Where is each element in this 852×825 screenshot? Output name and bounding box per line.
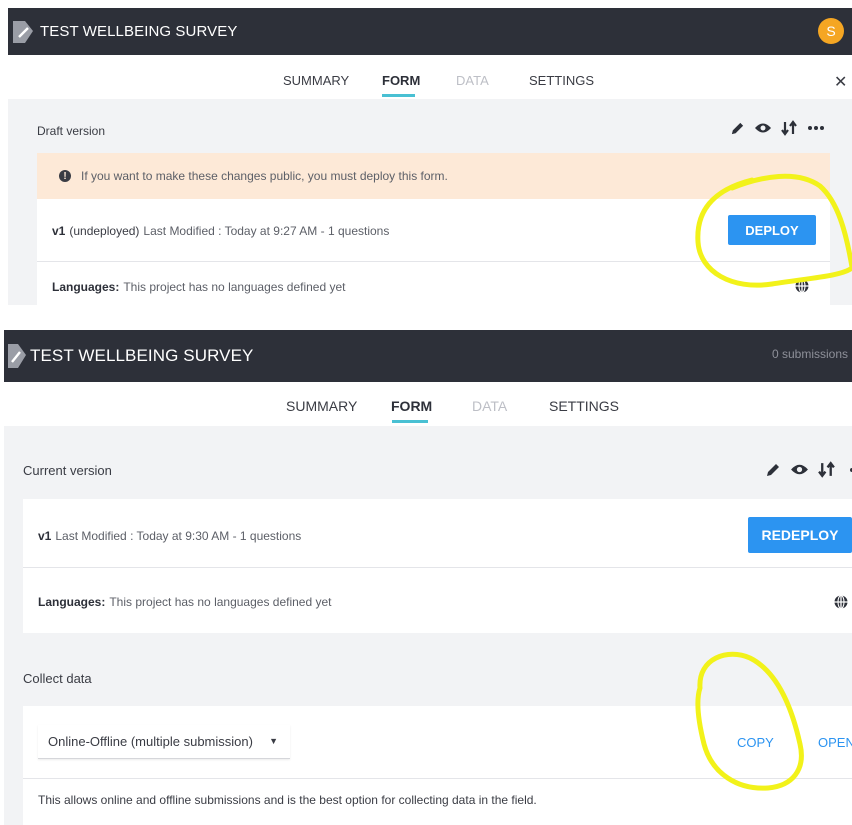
refresh-icon[interactable] xyxy=(781,120,798,136)
version-card xyxy=(23,499,852,633)
languages-text: This project has no languages defined ye… xyxy=(109,595,332,609)
warning-text: If you want to make these changes public… xyxy=(81,169,448,183)
tab-data[interactable]: DATA xyxy=(472,398,507,414)
version-status: (undeployed) xyxy=(69,224,140,238)
logo-icon xyxy=(4,330,30,382)
tab-settings[interactable]: SETTINGS xyxy=(549,398,619,414)
tab-summary[interactable]: SUMMARY xyxy=(286,398,357,414)
refresh-icon[interactable] xyxy=(818,461,836,478)
version-row: v1 Last Modified : Today at 9:30 AM - 1 … xyxy=(38,527,301,545)
languages-row: Languages: This project has no languages… xyxy=(52,278,346,296)
eye-icon[interactable] xyxy=(754,121,772,135)
close-icon[interactable]: ✕ xyxy=(834,72,847,92)
version-info: Last Modified : Today at 9:27 AM - 1 que… xyxy=(143,224,390,238)
collect-data-label: Collect data xyxy=(23,671,92,686)
tab-form[interactable]: FORM xyxy=(382,73,420,88)
logo-icon xyxy=(8,8,40,55)
more-icon[interactable] xyxy=(845,467,852,473)
languages-label: Languages: xyxy=(52,280,120,294)
tab-summary[interactable]: SUMMARY xyxy=(283,73,349,88)
divider xyxy=(23,567,852,568)
form-actions xyxy=(730,120,825,136)
version-info: Last Modified : Today at 9:30 AM - 1 que… xyxy=(55,529,302,543)
collect-description: This allows online and offline submissio… xyxy=(38,793,537,807)
tab-form[interactable]: FORM xyxy=(391,398,432,414)
languages-text: This project has no languages defined ye… xyxy=(123,280,346,294)
more-icon[interactable] xyxy=(807,125,825,131)
eye-icon[interactable] xyxy=(790,462,809,477)
redeploy-button[interactable]: REDEPLOY xyxy=(748,517,852,553)
current-panel: TEST WELLBEING SURVEY 0 submissions SUMM… xyxy=(4,330,852,825)
tab-bar: SUMMARY FORM DATA SETTINGS xyxy=(4,382,852,426)
draft-panel: TEST WELLBEING SURVEY S SUMMARY FORM DAT… xyxy=(8,8,852,305)
tab-bar: SUMMARY FORM DATA SETTINGS ✕ xyxy=(8,55,852,99)
tab-settings[interactable]: SETTINGS xyxy=(529,73,594,88)
project-title: TEST WELLBEING SURVEY xyxy=(40,23,238,40)
form-actions xyxy=(765,461,852,478)
pencil-icon[interactable] xyxy=(730,121,745,136)
highlight-annotation xyxy=(695,173,852,288)
version-label: Current version xyxy=(23,463,112,478)
tab-data[interactable]: DATA xyxy=(456,73,489,88)
version-row: v1 (undeployed) Last Modified : Today at… xyxy=(52,222,389,240)
caret-down-icon: ▼ xyxy=(269,736,278,746)
languages-label: Languages: xyxy=(38,595,106,609)
languages-row: Languages: This project has no languages… xyxy=(38,593,332,611)
pencil-icon[interactable] xyxy=(765,462,781,478)
globe-icon[interactable] xyxy=(833,594,849,610)
open-link[interactable]: OPEN xyxy=(818,735,852,750)
version-name: v1 xyxy=(38,529,52,543)
collect-method-select[interactable]: Online-Offline (multiple submission) ▼ xyxy=(38,725,290,759)
submissions-count: 0 submissions xyxy=(771,347,848,361)
active-tab-indicator xyxy=(392,420,428,423)
highlight-annotation xyxy=(695,651,804,791)
warning-icon: ! xyxy=(59,170,71,182)
collect-method-value: Online-Offline (multiple submission) xyxy=(48,734,253,749)
version-label: Draft version xyxy=(37,124,106,138)
screenshot-root: TEST WELLBEING SURVEY S SUMMARY FORM DAT… xyxy=(0,0,852,825)
top-header: TEST WELLBEING SURVEY 0 submissions xyxy=(4,330,852,382)
top-header: TEST WELLBEING SURVEY S xyxy=(8,8,852,55)
active-tab-indicator xyxy=(382,94,415,97)
version-name: v1 xyxy=(52,224,66,238)
project-title: TEST WELLBEING SURVEY xyxy=(30,346,254,365)
avatar[interactable]: S xyxy=(818,18,844,44)
